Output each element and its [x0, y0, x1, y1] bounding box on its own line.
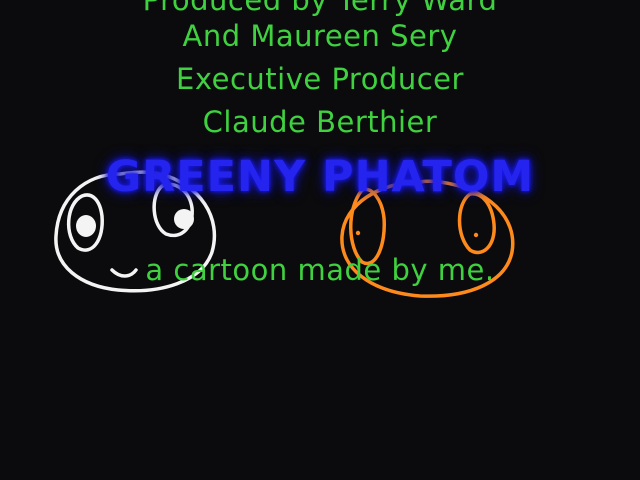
credit-co-producer: And Maureen Sery [182, 19, 458, 53]
tagline: a cartoon made by me. [145, 253, 495, 287]
credit-producer: Produced by Terry Ward [142, 0, 498, 17]
credit-executive-producer-name: Claude Berthier [202, 105, 438, 139]
cartoon-title: GREENY PHATOM [105, 152, 535, 202]
credit-executive-producer-label: Executive Producer [176, 62, 464, 96]
video-frame: Produced by Terry Ward And Maureen Sery … [0, 0, 640, 480]
